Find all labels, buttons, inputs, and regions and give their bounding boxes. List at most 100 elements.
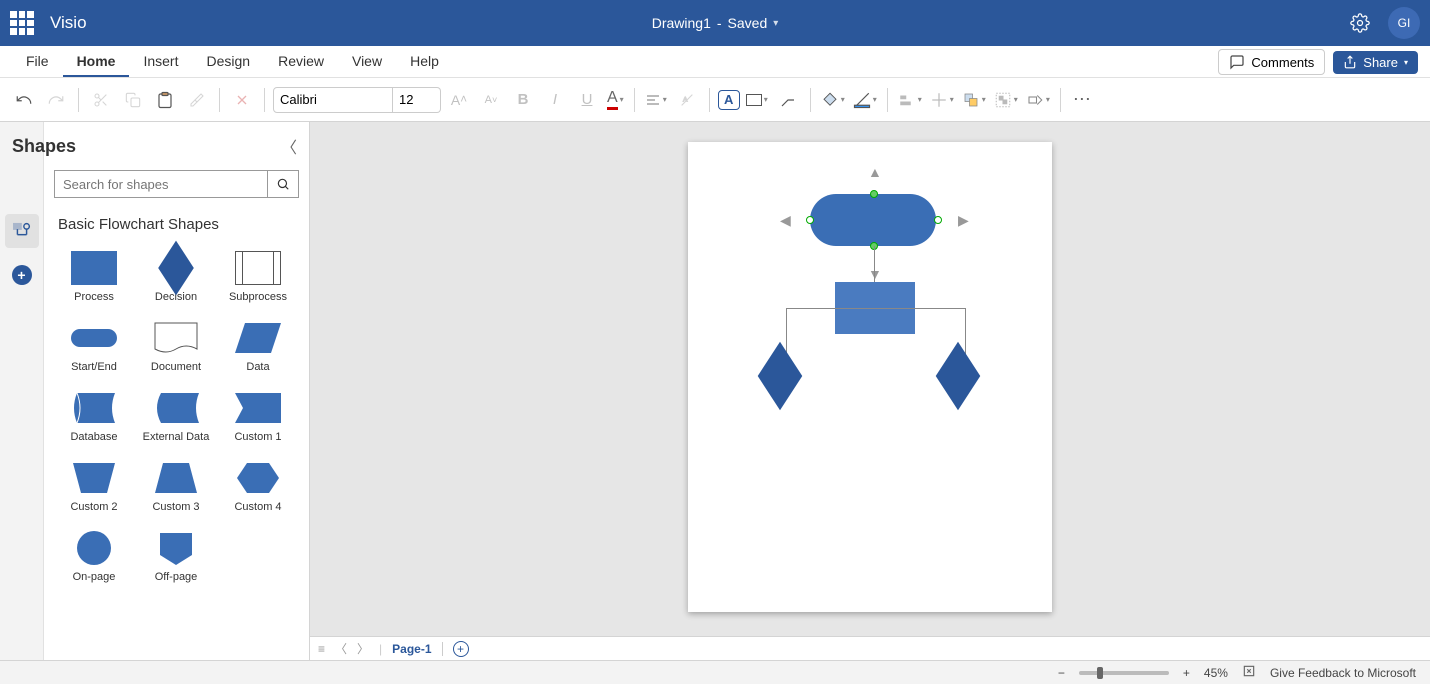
drawing-page[interactable]: ▲ ◀ ▶ ▼ xyxy=(688,142,1052,612)
change-shape-button[interactable]: ▾ xyxy=(1024,89,1052,111)
shapes-rail: + xyxy=(0,122,44,660)
start-end-shape-selected[interactable] xyxy=(810,194,936,246)
title-sep: - xyxy=(717,15,722,31)
autoconnect-arrow-icon[interactable]: ▶ xyxy=(958,212,969,229)
shape-on-page[interactable]: On-page xyxy=(54,527,134,587)
shapes-panel-title: Shapes xyxy=(12,136,76,157)
chevron-down-icon: ▾ xyxy=(773,18,778,29)
zoom-in-button[interactable]: + xyxy=(1183,666,1190,680)
copy-button[interactable] xyxy=(119,86,147,114)
shape-custom-3[interactable]: Custom 3 xyxy=(136,457,216,517)
shrink-font-button[interactable]: A˅ xyxy=(477,86,505,114)
underline-button[interactable]: U xyxy=(573,86,601,114)
more-button[interactable]: ⋯ xyxy=(1069,86,1097,114)
rail-stencil-button[interactable] xyxy=(5,214,39,248)
doc-name: Drawing1 xyxy=(652,15,711,31)
tab-view[interactable]: View xyxy=(338,47,396,77)
page-tabs-bar: ≡ 〈 〉 | Page-1 + xyxy=(310,636,1430,660)
selection-handle[interactable] xyxy=(870,190,878,198)
tab-help[interactable]: Help xyxy=(396,47,453,77)
undo-button[interactable] xyxy=(10,86,38,114)
fill-color-button[interactable]: ▾ xyxy=(819,89,847,111)
shape-data[interactable]: Data xyxy=(218,317,298,377)
tab-insert[interactable]: Insert xyxy=(129,47,192,77)
canvas[interactable]: ▲ ◀ ▶ ▼ xyxy=(310,122,1430,660)
align-shapes-button[interactable]: ▾ xyxy=(896,89,924,111)
add-page-button[interactable]: + xyxy=(453,641,469,657)
next-page-button[interactable]: 〉 xyxy=(357,640,369,657)
bold-button[interactable]: B xyxy=(509,86,537,114)
group-button[interactable]: ▾ xyxy=(992,89,1020,111)
settings-icon[interactable] xyxy=(1350,13,1370,33)
zoom-out-button[interactable]: − xyxy=(1058,666,1065,680)
app-name: Visio xyxy=(50,13,87,33)
document-title[interactable]: Drawing1 - Saved ▾ xyxy=(652,15,779,31)
prev-page-button[interactable]: 〈 xyxy=(335,640,347,657)
connector-tool-button[interactable] xyxy=(774,86,802,114)
selection-handle[interactable] xyxy=(934,216,942,224)
title-bar: Visio Drawing1 - Saved ▾ GI xyxy=(0,0,1430,46)
shape-custom-2[interactable]: Custom 2 xyxy=(54,457,134,517)
share-button[interactable]: Share ▾ xyxy=(1333,51,1418,74)
zoom-slider[interactable] xyxy=(1079,671,1169,675)
shape-process[interactable]: Process xyxy=(54,247,134,307)
paste-button[interactable] xyxy=(151,86,179,114)
italic-button[interactable]: I xyxy=(541,86,569,114)
shape-external-data[interactable]: External Data xyxy=(136,387,216,447)
svg-text:A: A xyxy=(683,96,688,103)
save-status: Saved xyxy=(728,15,768,31)
text-tool-button[interactable]: A xyxy=(718,90,740,110)
tab-design[interactable]: Design xyxy=(192,47,264,77)
shapes-search-input[interactable] xyxy=(54,170,267,198)
font-color-button[interactable]: A▾ xyxy=(605,87,626,112)
redo-button[interactable] xyxy=(42,86,70,114)
shape-custom-4[interactable]: Custom 4 xyxy=(218,457,298,517)
shape-start-end[interactable]: Start/End xyxy=(54,317,134,377)
arrange-button[interactable]: ▾ xyxy=(960,89,988,111)
connector[interactable] xyxy=(786,308,966,309)
position-button[interactable]: ▾ xyxy=(928,89,956,111)
line-color-button[interactable]: ▾ xyxy=(851,89,879,111)
tab-review[interactable]: Review xyxy=(264,47,338,77)
fit-page-button[interactable] xyxy=(1242,664,1256,681)
chevron-down-icon: ▾ xyxy=(1404,58,1408,67)
grow-font-button[interactable]: A˄ xyxy=(445,86,473,114)
shape-subprocess[interactable]: Subprocess xyxy=(218,247,298,307)
zoom-level[interactable]: 45% xyxy=(1204,666,1228,680)
shape-document[interactable]: Document xyxy=(136,317,216,377)
tab-file[interactable]: File xyxy=(12,47,63,77)
tab-list-icon[interactable]: ≡ xyxy=(318,642,325,656)
collapse-panel-button[interactable]: 〈 xyxy=(281,134,297,158)
comment-icon xyxy=(1229,54,1245,70)
connector[interactable] xyxy=(874,246,875,282)
tab-home[interactable]: Home xyxy=(63,47,130,77)
autoconnect-arrow-icon[interactable]: ▲ xyxy=(868,164,882,180)
delete-button[interactable] xyxy=(228,86,256,114)
comments-button[interactable]: Comments xyxy=(1218,49,1325,75)
page-tab[interactable]: Page-1 xyxy=(392,642,442,656)
align-button[interactable]: ▾ xyxy=(643,90,669,110)
shape-tool-button[interactable]: ▾ xyxy=(744,92,770,108)
shape-custom-1[interactable]: Custom 1 xyxy=(218,387,298,447)
shape-off-page[interactable]: Off-page xyxy=(136,527,216,587)
text-rotate-button[interactable]: A xyxy=(673,86,701,114)
user-avatar[interactable]: GI xyxy=(1388,7,1420,39)
autoconnect-arrow-icon[interactable]: ◀ xyxy=(780,212,791,229)
share-icon xyxy=(1343,55,1357,69)
rail-add-button[interactable]: + xyxy=(5,258,39,292)
cut-button[interactable] xyxy=(87,86,115,114)
stencil-title: Basic Flowchart Shapes xyxy=(58,216,295,233)
shape-grid: Process Decision Subprocess Start/End Do… xyxy=(54,247,299,587)
shape-database[interactable]: Database xyxy=(54,387,134,447)
format-painter-button[interactable] xyxy=(183,86,211,114)
app-launcher-icon[interactable] xyxy=(10,11,34,35)
status-bar: − + 45% Give Feedback to Microsoft xyxy=(0,660,1430,684)
shape-decision[interactable]: Decision xyxy=(136,247,216,307)
selection-handle[interactable] xyxy=(806,216,814,224)
shapes-panel: Shapes 〈 + Basic Flowchart Shapes Proces… xyxy=(0,122,310,660)
font-size-input[interactable] xyxy=(393,87,441,113)
menu-bar: File Home Insert Design Review View Help… xyxy=(0,46,1430,78)
feedback-link[interactable]: Give Feedback to Microsoft xyxy=(1270,666,1416,680)
shapes-search-button[interactable] xyxy=(267,170,299,198)
font-name-input[interactable] xyxy=(273,87,393,113)
